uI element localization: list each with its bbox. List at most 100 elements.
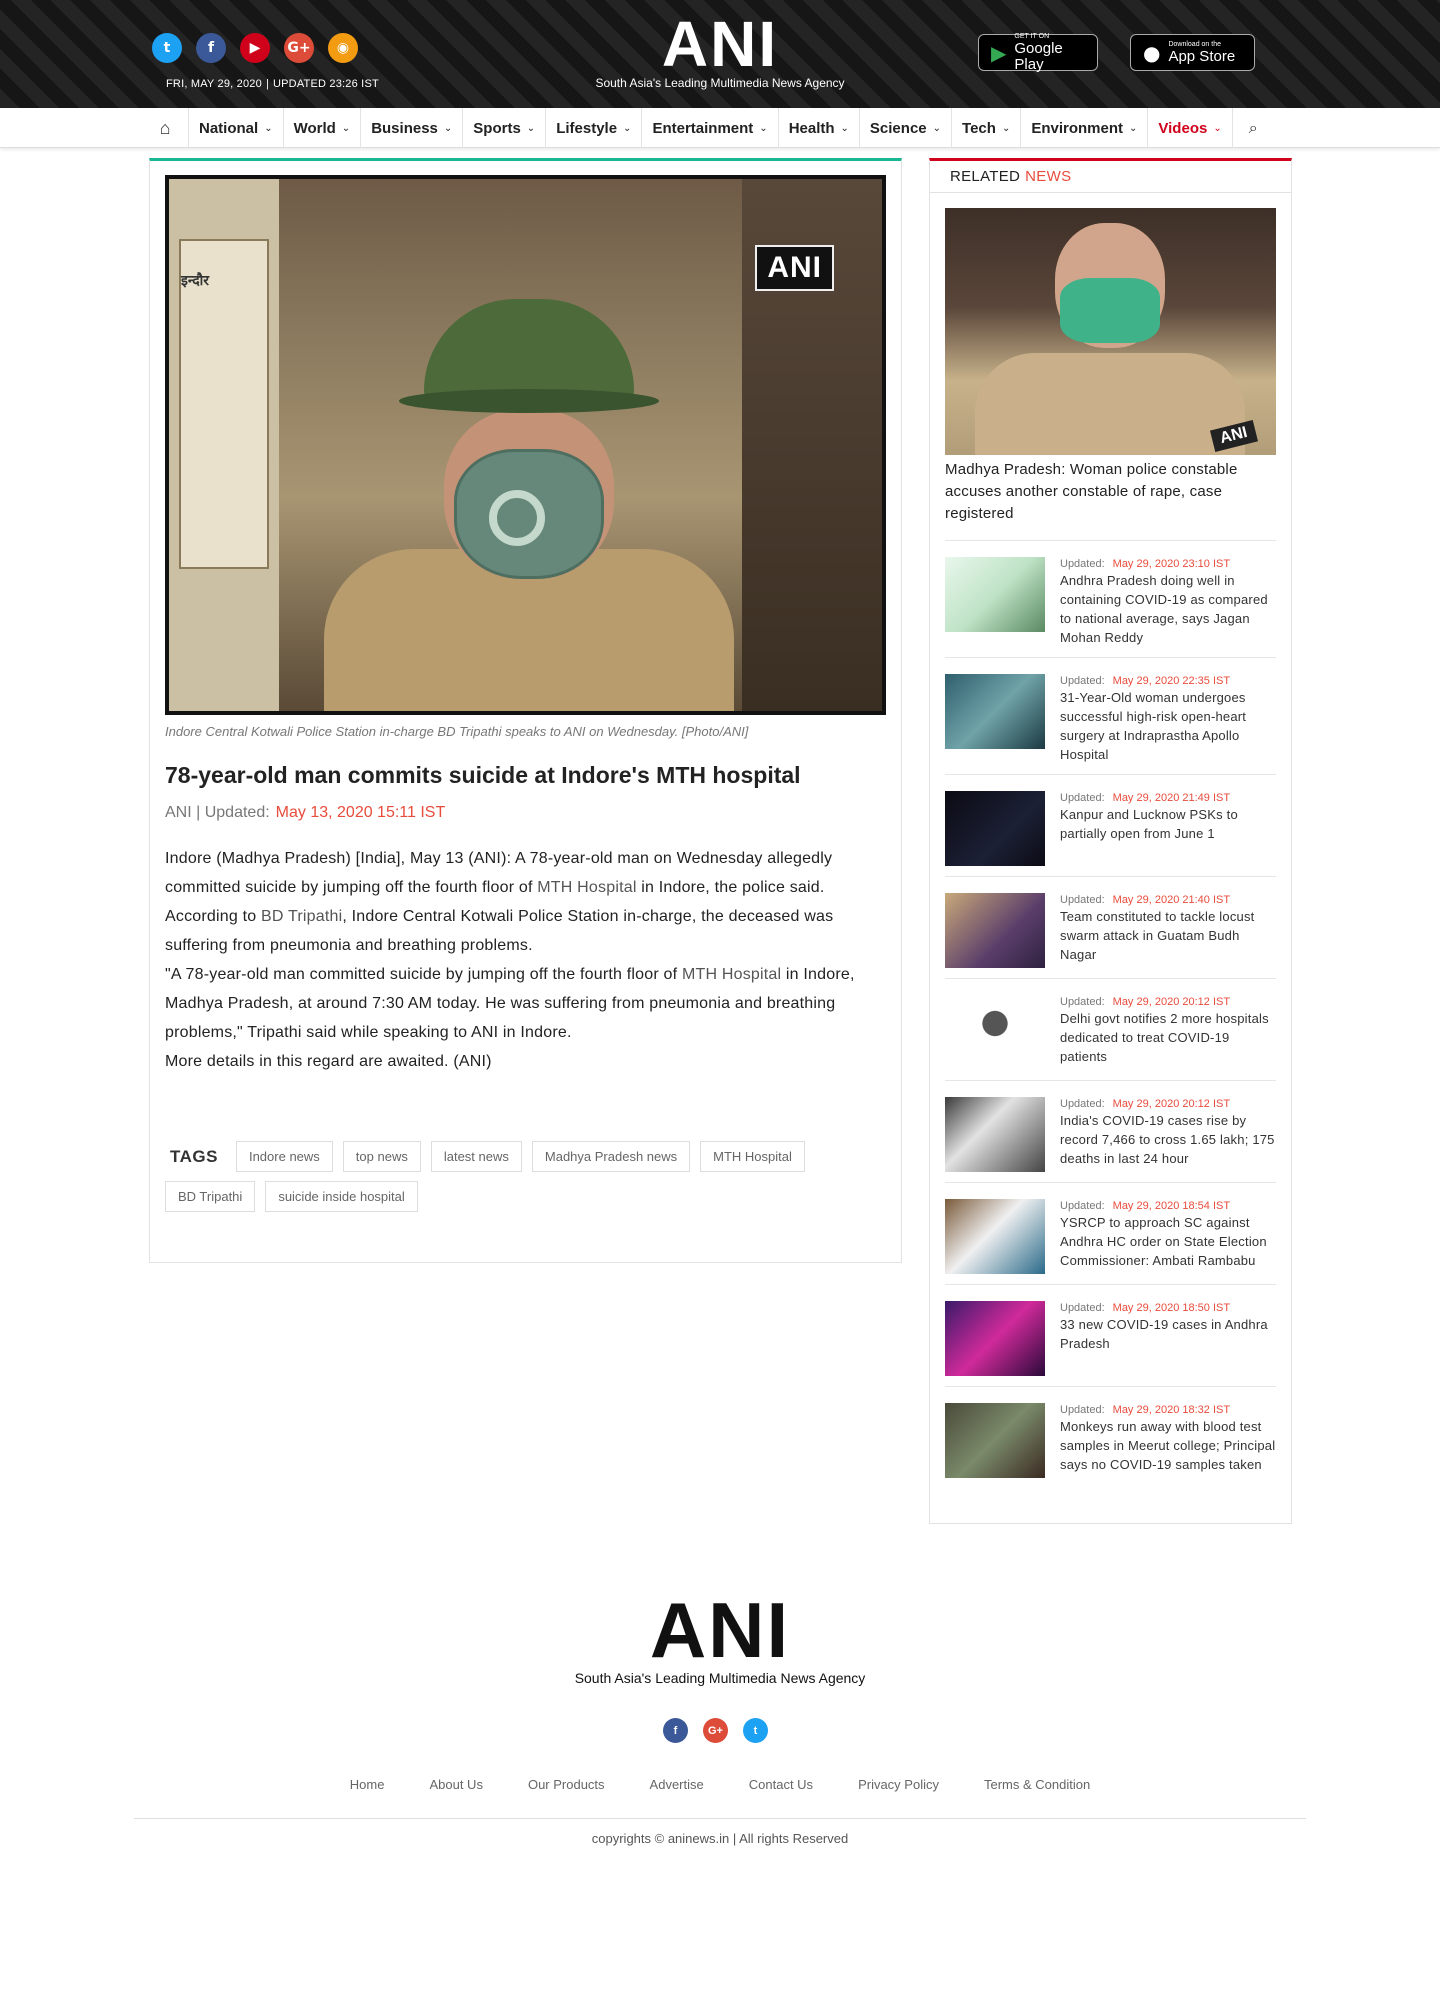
related-story-meta: Updated: May 29, 2020 23:10 IST Andhra Pra… bbox=[1060, 557, 1276, 647]
related-story-item[interactable]: Updated: May 29, 2020 23:10 IST Andhra Pra… bbox=[945, 540, 1276, 657]
apple-icon: ● bbox=[1143, 40, 1161, 65]
related-story-item[interactable]: Updated: May 29, 2020 20:12 IST India's CO… bbox=[945, 1080, 1276, 1182]
related-story-updated: Updated: May 29, 2020 23:10 IST bbox=[1060, 557, 1276, 571]
paragraph-text: in Indore, the police said. bbox=[636, 879, 825, 896]
related-story-item[interactable]: Updated: May 29, 2020 20:12 IST Delhi govt… bbox=[945, 978, 1276, 1080]
article-tags: TAGS Indore news top news latest news Madhy… bbox=[165, 1141, 886, 1212]
tag-link[interactable]: Indore news bbox=[235, 1141, 333, 1172]
google-plus-icon[interactable]: G+ bbox=[284, 33, 314, 63]
bd-tripathi-link[interactable]: BD Tripathi bbox=[261, 908, 342, 925]
footer-divider bbox=[134, 1818, 1306, 1819]
tag-link[interactable]: MTH Hospital bbox=[700, 1141, 805, 1172]
related-story-thumbnail[interactable] bbox=[945, 674, 1045, 749]
article-hero-image: इन्दौर ANI bbox=[165, 175, 886, 715]
footer-logo-tagline: South Asia's Leading Multimedia News Age… bbox=[574, 1670, 866, 1686]
related-story-thumbnail[interactable] bbox=[945, 1097, 1045, 1172]
tag-link[interactable]: suicide inside hospital bbox=[265, 1181, 418, 1212]
tag-link[interactable]: latest news bbox=[430, 1141, 522, 1172]
nav-item-science[interactable]: Science ⌄ bbox=[858, 108, 951, 148]
tag-link[interactable]: BD Tripathi bbox=[165, 1181, 256, 1212]
related-story-title[interactable]: 31-Year-Old woman undergoes successful h… bbox=[1060, 688, 1276, 764]
mth-hospital-link[interactable]: MTH Hospital bbox=[682, 966, 781, 983]
nav-item-world[interactable]: World ⌄ bbox=[282, 108, 361, 148]
chevron-down-icon: ⌄ bbox=[341, 122, 351, 134]
nav-item-label: Business bbox=[371, 119, 438, 137]
featured-related-story[interactable]: ANI Madhya Pradesh: Woman police constab… bbox=[945, 208, 1276, 525]
nav-item-videos[interactable]: Videos ⌄ bbox=[1147, 108, 1231, 148]
related-story-item[interactable]: Updated: May 29, 2020 22:35 IST 31-Year-Ol… bbox=[945, 657, 1276, 774]
featured-story-image[interactable]: ANI bbox=[945, 208, 1276, 455]
related-story-item[interactable]: Updated: May 29, 2020 18:54 IST YSRCP to a… bbox=[945, 1182, 1276, 1284]
updated-label: Updated: bbox=[1060, 558, 1105, 570]
nav-item-label: Sports bbox=[473, 119, 521, 137]
nav-item-business[interactable]: Business ⌄ bbox=[360, 108, 462, 148]
nav-item-label: Health bbox=[788, 119, 835, 137]
app-store-badge[interactable]: ● Download on the App Store bbox=[1130, 34, 1255, 71]
footer-link-about-us[interactable]: About Us bbox=[429, 1777, 482, 1792]
rss-icon[interactable]: ◉ bbox=[328, 33, 358, 63]
search-icon[interactable]: ⌕ bbox=[1231, 108, 1274, 148]
related-story-title[interactable]: Andhra Pradesh doing well in containing … bbox=[1060, 571, 1276, 647]
updated-label: Updated: bbox=[1060, 675, 1105, 687]
related-story-title[interactable]: India's COVID-19 cases rise by record 7,… bbox=[1060, 1111, 1276, 1168]
footer-link-contact-us[interactable]: Contact Us bbox=[749, 1777, 813, 1792]
twitter-icon[interactable]: t bbox=[743, 1718, 768, 1743]
nav-item-national[interactable]: National ⌄ bbox=[188, 108, 283, 148]
updated-date: May 29, 2020 20:12 IST bbox=[1112, 996, 1231, 1008]
nav-item-lifestyle[interactable]: Lifestyle ⌄ bbox=[545, 108, 641, 148]
google-plus-icon[interactable]: G+ bbox=[703, 1718, 728, 1743]
related-news-sidebar: RELATED NEWS ANI Madhya Pradesh: Woman po… bbox=[929, 158, 1292, 1524]
featured-story-title[interactable]: Madhya Pradesh: Woman police constable a… bbox=[945, 459, 1276, 525]
footer-link-privacy-policy[interactable]: Privacy Policy bbox=[858, 1777, 939, 1792]
updated-label: Updated: bbox=[1060, 996, 1105, 1008]
footer-logo[interactable]: ANI South Asia's Leading Multimedia News… bbox=[520, 1590, 920, 1686]
app-store-big-text: App Store bbox=[1168, 47, 1236, 65]
related-story-item[interactable]: Updated: May 29, 2020 21:49 IST Kanpur and… bbox=[945, 774, 1276, 876]
nav-item-tech[interactable]: Tech ⌄ bbox=[951, 108, 1020, 148]
site-logo[interactable]: ANI South Asia's Leading Multimedia News… bbox=[570, 10, 870, 90]
related-story-thumbnail[interactable] bbox=[945, 1403, 1045, 1478]
related-story-thumbnail[interactable] bbox=[945, 995, 1045, 1070]
facebook-icon[interactable]: f bbox=[196, 33, 226, 63]
related-story-item[interactable]: Updated: May 29, 2020 18:50 IST 33 new COV… bbox=[945, 1284, 1276, 1386]
related-story-item[interactable]: Updated: May 29, 2020 18:32 IST Monkeys ru… bbox=[945, 1386, 1276, 1488]
chevron-down-icon: ⌄ bbox=[443, 122, 453, 134]
twitter-icon[interactable]: t bbox=[152, 33, 182, 63]
related-story-title[interactable]: Monkeys run away with blood test samples… bbox=[1060, 1417, 1276, 1474]
related-story-thumbnail[interactable] bbox=[945, 1301, 1045, 1376]
related-story-title[interactable]: Delhi govt notifies 2 more hospitals ded… bbox=[1060, 1009, 1276, 1066]
related-story-item[interactable]: Updated: May 29, 2020 21:40 IST Team const… bbox=[945, 876, 1276, 978]
nav-item-environment[interactable]: Environment ⌄ bbox=[1020, 108, 1147, 148]
related-story-thumbnail[interactable] bbox=[945, 791, 1045, 866]
home-icon[interactable]: ⌂ bbox=[142, 108, 188, 148]
related-story-title[interactable]: YSRCP to approach SC against Andhra HC o… bbox=[1060, 1213, 1276, 1270]
nav-item-sports[interactable]: Sports ⌄ bbox=[462, 108, 545, 148]
footer-link-home[interactable]: Home bbox=[350, 1777, 385, 1792]
nav-item-label: Environment bbox=[1031, 119, 1124, 137]
nav-item-label: Videos bbox=[1158, 119, 1208, 137]
updated-time: UPDATED 23:26 IST bbox=[273, 78, 379, 90]
facebook-icon[interactable]: f bbox=[663, 1718, 688, 1743]
footer-link-our-products[interactable]: Our Products bbox=[528, 1777, 605, 1792]
tag-link[interactable]: Madhya Pradesh news bbox=[531, 1141, 691, 1172]
related-story-title[interactable]: 33 new COVID-19 cases in Andhra Pradesh bbox=[1060, 1315, 1276, 1353]
google-play-badge[interactable]: ▶ GET IT ON Google Play bbox=[978, 33, 1098, 72]
nav-item-entertainment[interactable]: Entertainment ⌄ bbox=[641, 108, 777, 148]
related-story-title[interactable]: Team constituted to tackle locust swarm … bbox=[1060, 907, 1276, 964]
related-story-thumbnail[interactable] bbox=[945, 893, 1045, 968]
tag-link[interactable]: top news bbox=[342, 1141, 421, 1172]
related-story-thumbnail[interactable] bbox=[945, 1199, 1045, 1274]
related-story-title[interactable]: Kanpur and Lucknow PSKs to partially ope… bbox=[1060, 805, 1276, 843]
footer-logo-wordmark: ANI bbox=[649, 1586, 791, 1674]
youtube-icon[interactable]: ▶ bbox=[240, 33, 270, 63]
related-story-thumbnail[interactable] bbox=[945, 557, 1045, 632]
related-news-heading: RELATED NEWS bbox=[930, 161, 1291, 193]
chevron-down-icon: ⌄ bbox=[526, 122, 536, 134]
footer-social-links: f G+ t bbox=[663, 1718, 768, 1743]
nav-item-health[interactable]: Health ⌄ bbox=[777, 108, 859, 148]
footer-link-advertise[interactable]: Advertise bbox=[650, 1777, 704, 1792]
byline-source: ANI | Updated: bbox=[165, 804, 270, 821]
footer-link-terms-condition[interactable]: Terms & Condition bbox=[984, 1777, 1090, 1792]
mth-hospital-link[interactable]: MTH Hospital bbox=[537, 879, 636, 896]
related-story-updated: Updated: May 29, 2020 20:12 IST bbox=[1060, 995, 1276, 1009]
